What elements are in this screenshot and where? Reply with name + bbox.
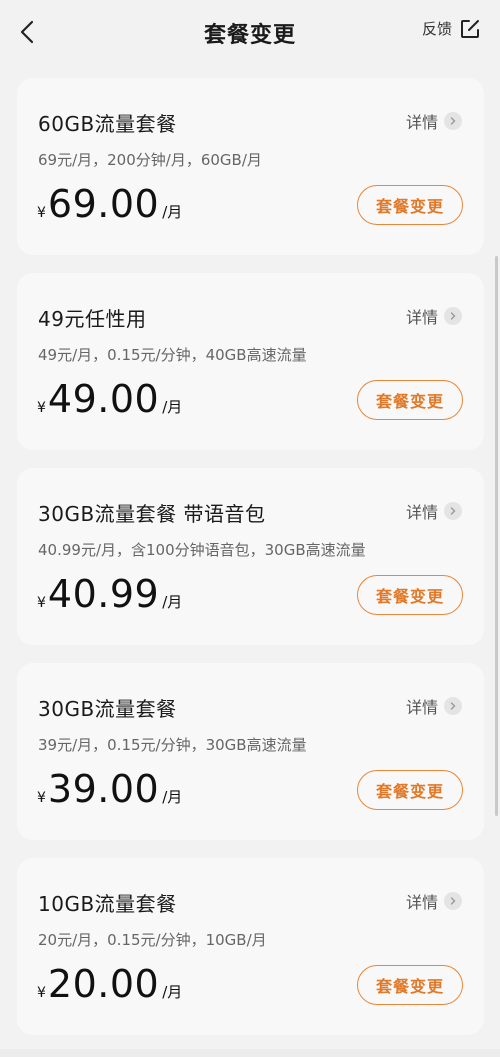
currency-symbol: ¥ <box>37 595 46 611</box>
plan-list: 60GB流量套餐 详情 69元/月，200分钟/月，60GB/月 ¥ 69.00… <box>17 78 484 1053</box>
currency-symbol: ¥ <box>37 205 46 221</box>
plan-card: 49元任性用 详情 49元/月，0.15元/分钟，40GB高速流量 ¥ 49.0… <box>17 273 484 450</box>
chevron-right-icon <box>444 697 462 715</box>
plan-price: ¥ 49.00 /月 <box>37 377 182 421</box>
price-value: 40.99 <box>47 572 160 616</box>
plan-price: ¥ 39.00 /月 <box>37 767 182 811</box>
plan-name: 30GB流量套餐 <box>38 697 177 721</box>
currency-symbol: ¥ <box>37 790 46 806</box>
plan-name: 49元任性用 <box>38 307 147 331</box>
price-unit: /月 <box>162 203 183 221</box>
detail-link[interactable]: 详情 <box>406 304 462 328</box>
chevron-right-icon <box>444 502 462 520</box>
chevron-right-icon <box>444 307 462 325</box>
plan-price: ¥ 40.99 /月 <box>37 572 182 616</box>
detail-label: 详情 <box>405 503 438 522</box>
feedback-label: 反馈 <box>421 20 452 38</box>
edit-icon <box>461 19 479 38</box>
plan-description: 39元/月，0.15元/分钟，30GB高速流量 <box>38 736 307 754</box>
price-unit: /月 <box>162 788 183 806</box>
plan-card: 30GB流量套餐 详情 39元/月，0.15元/分钟，30GB高速流量 ¥ 39… <box>17 663 484 840</box>
price-value: 69.00 <box>47 182 160 226</box>
price-value: 20.00 <box>47 962 160 1006</box>
plan-card: 60GB流量套餐 详情 69元/月，200分钟/月，60GB/月 ¥ 69.00… <box>17 78 484 255</box>
chevron-right-icon <box>444 112 462 130</box>
price-unit: /月 <box>162 398 183 416</box>
price-unit: /月 <box>162 983 183 1001</box>
plan-description: 40.99元/月，含100分钟语音包，30GB高速流量 <box>38 541 366 559</box>
detail-link[interactable]: 详情 <box>406 499 462 523</box>
plan-name: 60GB流量套餐 <box>38 112 177 136</box>
feedback-button[interactable]: 反馈 <box>422 18 480 39</box>
price-value: 49.00 <box>47 377 160 421</box>
detail-label: 详情 <box>405 698 438 717</box>
change-plan-button[interactable]: 套餐变更 <box>357 380 463 420</box>
plan-card: 30GB流量套餐 带语音包 详情 40.99元/月，含100分钟语音包，30GB… <box>17 468 484 645</box>
plan-description: 49元/月，0.15元/分钟，40GB高速流量 <box>38 346 307 364</box>
change-plan-button[interactable]: 套餐变更 <box>357 965 463 1005</box>
change-plan-button[interactable]: 套餐变更 <box>357 770 463 810</box>
change-plan-button[interactable]: 套餐变更 <box>357 185 463 225</box>
detail-link[interactable]: 详情 <box>406 109 462 133</box>
detail-label: 详情 <box>405 893 438 912</box>
detail-link[interactable]: 详情 <box>406 694 462 718</box>
scrollbar[interactable] <box>495 256 498 816</box>
plan-price: ¥ 20.00 /月 <box>37 962 182 1006</box>
detail-label: 详情 <box>405 113 438 132</box>
plan-description: 69元/月，200分钟/月，60GB/月 <box>38 151 262 169</box>
detail-link[interactable]: 详情 <box>406 889 462 913</box>
plan-name: 30GB流量套餐 带语音包 <box>38 502 266 526</box>
plan-card: 10GB流量套餐 详情 20元/月，0.15元/分钟，10GB/月 ¥ 20.0… <box>17 858 484 1035</box>
plan-name: 10GB流量套餐 <box>38 892 177 916</box>
plan-description: 20元/月，0.15元/分钟，10GB/月 <box>38 931 267 949</box>
top-bar: 套餐变更 反馈 <box>0 0 500 68</box>
bottom-edge <box>0 1049 500 1057</box>
price-unit: /月 <box>162 593 183 611</box>
detail-label: 详情 <box>405 308 438 327</box>
plan-price: ¥ 69.00 /月 <box>37 182 182 226</box>
chevron-right-icon <box>444 892 462 910</box>
price-value: 39.00 <box>47 767 160 811</box>
currency-symbol: ¥ <box>37 400 46 416</box>
currency-symbol: ¥ <box>37 985 46 1001</box>
change-plan-button[interactable]: 套餐变更 <box>357 575 463 615</box>
